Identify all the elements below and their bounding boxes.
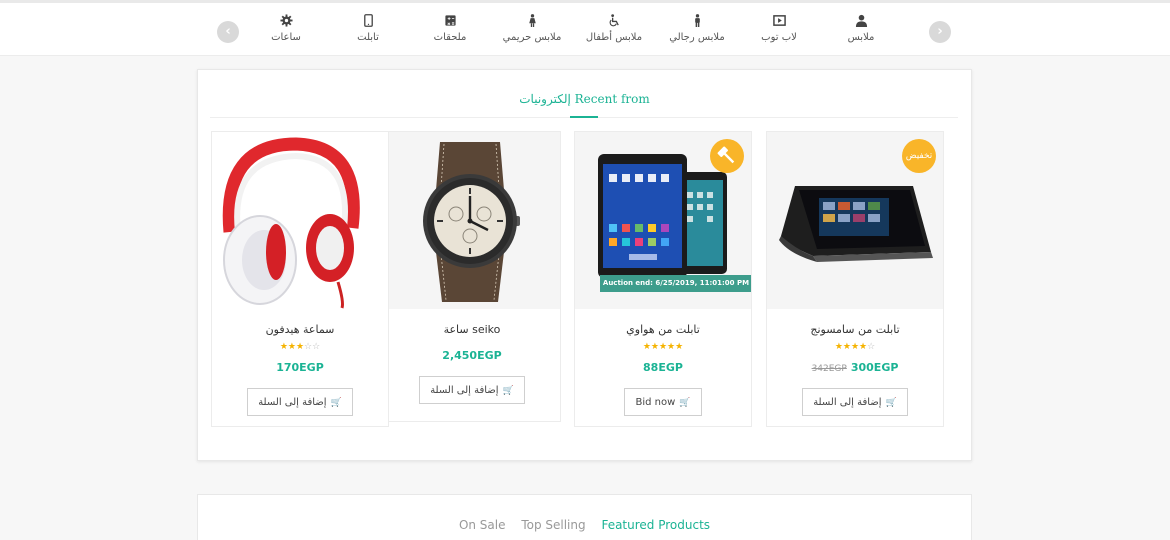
category-watches[interactable]: ساعات	[231, 12, 341, 43]
section-title: إلكترونيات Recent from	[519, 92, 650, 106]
huawei-tablet-image[interactable]: Auction end: 6/25/2019, 11:01:00 PM	[575, 132, 751, 309]
rating-stars: ★★★☆☆	[279, 342, 321, 352]
product-name: تابلت من سامسونج	[810, 323, 900, 336]
cart-icon: 🛒	[885, 397, 897, 408]
product-name: سماعة هيدفون	[265, 323, 335, 336]
product-card-headphones: سماعة هيدفون ★★★☆☆ 170EGP إضافة إلى السل…	[211, 131, 389, 427]
cart-icon: 🛒	[679, 397, 691, 408]
carousel-next-button[interactable]: ›	[929, 21, 951, 43]
rating-stars: ★★★★☆	[834, 342, 876, 352]
product-card-huawei-tablet: Auction end: 6/25/2019, 11:01:00 PM تابل…	[574, 131, 752, 427]
bid-now-button[interactable]: Bid now 🛒	[624, 388, 702, 416]
old-price: 342EGP	[811, 364, 847, 374]
product-price: 88EGP	[575, 361, 751, 375]
tab-on-sale[interactable]: On Sale	[459, 518, 506, 532]
current-price: 300EGP	[850, 361, 899, 374]
product-card-seiko-watch: ساعة seiko 2,450EGP إضافة إلى السلة 🛒	[383, 131, 561, 422]
cart-icon: 🛒	[330, 397, 342, 408]
recent-products-panel: إلكترونيات Recent from تخفيض تابلت من سا…	[197, 69, 972, 461]
rating-stars: ★★★★★	[642, 342, 684, 352]
gear-icon	[231, 12, 341, 30]
current-price: 88EGP	[643, 361, 683, 374]
cart-icon: 🛒	[502, 385, 514, 396]
current-price: 170EGP	[276, 361, 324, 374]
gavel-icon	[710, 139, 744, 173]
watch-image[interactable]	[384, 132, 560, 309]
product-name: تابلت من هواوي	[626, 323, 700, 336]
add-to-cart-button[interactable]: إضافة إلى السلة 🛒	[802, 388, 908, 416]
product-card-samsung-tablet: تخفيض تابلت من سامسونج ★★★★☆ 342EGP 300EG…	[766, 131, 944, 427]
tab-featured-products[interactable]: Featured Products	[601, 518, 710, 532]
add-to-cart-button[interactable]: إضافة إلى السلة 🛒	[419, 376, 525, 404]
add-to-cart-button[interactable]: إضافة إلى السلة 🛒	[247, 388, 353, 416]
headphones-image[interactable]	[212, 132, 388, 309]
samsung-tablet-image[interactable]: تخفيض	[767, 132, 943, 309]
product-tabs: On Sale Top Selling Featured Products	[198, 518, 971, 532]
category-bar: ‹ › ملابس لاب توب ملابس رجالي ملابس أطفا…	[0, 3, 1170, 56]
product-price: 170EGP	[212, 361, 388, 375]
product-name: ساعة seiko	[443, 323, 501, 336]
category-label: ساعات	[271, 32, 301, 43]
tab-top-selling[interactable]: Top Selling	[521, 518, 585, 532]
product-price: 2,450EGP	[384, 349, 560, 363]
current-price: 2,450EGP	[442, 349, 502, 362]
title-accent-line	[570, 116, 598, 118]
auction-end-label: Auction end: 6/25/2019, 11:01:00 PM	[600, 275, 751, 292]
product-price: 342EGP 300EGP	[767, 361, 943, 375]
product-tabs-panel: On Sale Top Selling Featured Products	[197, 494, 972, 540]
sale-badge: تخفيض	[902, 139, 936, 173]
